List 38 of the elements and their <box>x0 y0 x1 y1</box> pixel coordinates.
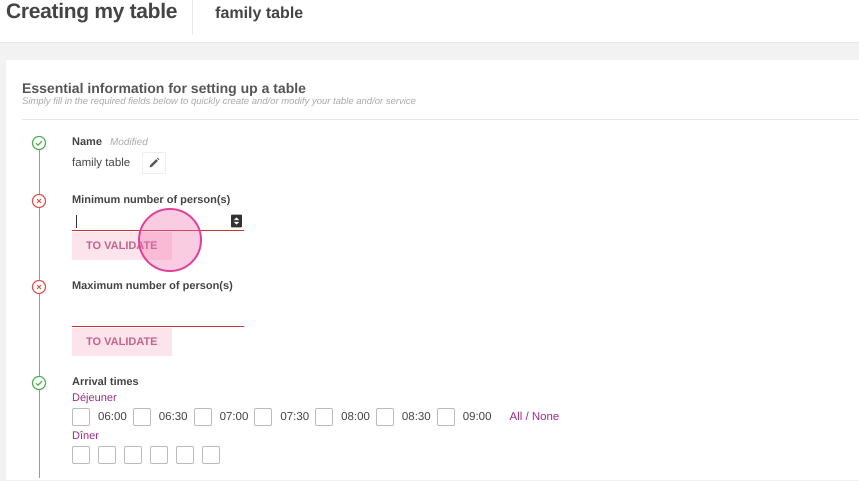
checkbox[interactable] <box>436 408 455 426</box>
time-label: 07:00 <box>220 411 248 423</box>
time-label: 07:30 <box>280 411 310 423</box>
pencil-icon <box>147 156 162 170</box>
checkbox[interactable] <box>176 446 194 464</box>
checkbox[interactable] <box>376 408 394 426</box>
field-label: Maximum number of person(s) <box>72 280 233 292</box>
table-name: family table <box>215 5 304 23</box>
all-none-link[interactable]: All / None <box>509 411 560 423</box>
checkbox[interactable] <box>150 446 168 464</box>
field-label: Minimum number of person(s) <box>72 194 230 206</box>
number-field[interactable] <box>72 212 244 231</box>
time-label: 08:30 <box>402 411 431 423</box>
checkbox[interactable] <box>124 446 142 464</box>
spinner-icon[interactable] <box>231 214 242 228</box>
time-label: 06:30 <box>158 411 188 423</box>
field-value: family table <box>72 157 130 169</box>
field-label: Arrival times <box>72 376 139 388</box>
checkbox[interactable] <box>194 408 212 426</box>
field-label: Name <box>72 136 102 148</box>
checkbox[interactable] <box>72 446 90 464</box>
checkbox[interactable] <box>202 446 220 464</box>
modified-note: Modified <box>110 137 148 148</box>
section-title: Essential information for setting up a table <box>22 80 307 96</box>
edit-button[interactable] <box>142 152 166 174</box>
checkbox[interactable] <box>132 408 151 426</box>
checkbox[interactable] <box>98 446 116 464</box>
section-subtitle: Simply fill in the required fields below to quickly create and/or modify your table and/or service <box>22 96 417 107</box>
time-label: 08:00 <box>341 411 370 423</box>
time-label: 09:00 <box>462 411 492 423</box>
page-title: Creating my table <box>0 0 194 35</box>
validate-button[interactable]: TO VALIDATE <box>72 328 172 356</box>
meal-label: Déjeuner <box>72 392 118 404</box>
checkbox[interactable] <box>254 408 272 426</box>
checkbox[interactable] <box>72 408 90 426</box>
meal-label: Dîner <box>72 430 100 442</box>
time-label: 06:00 <box>98 411 127 423</box>
checkbox[interactable] <box>315 408 334 426</box>
